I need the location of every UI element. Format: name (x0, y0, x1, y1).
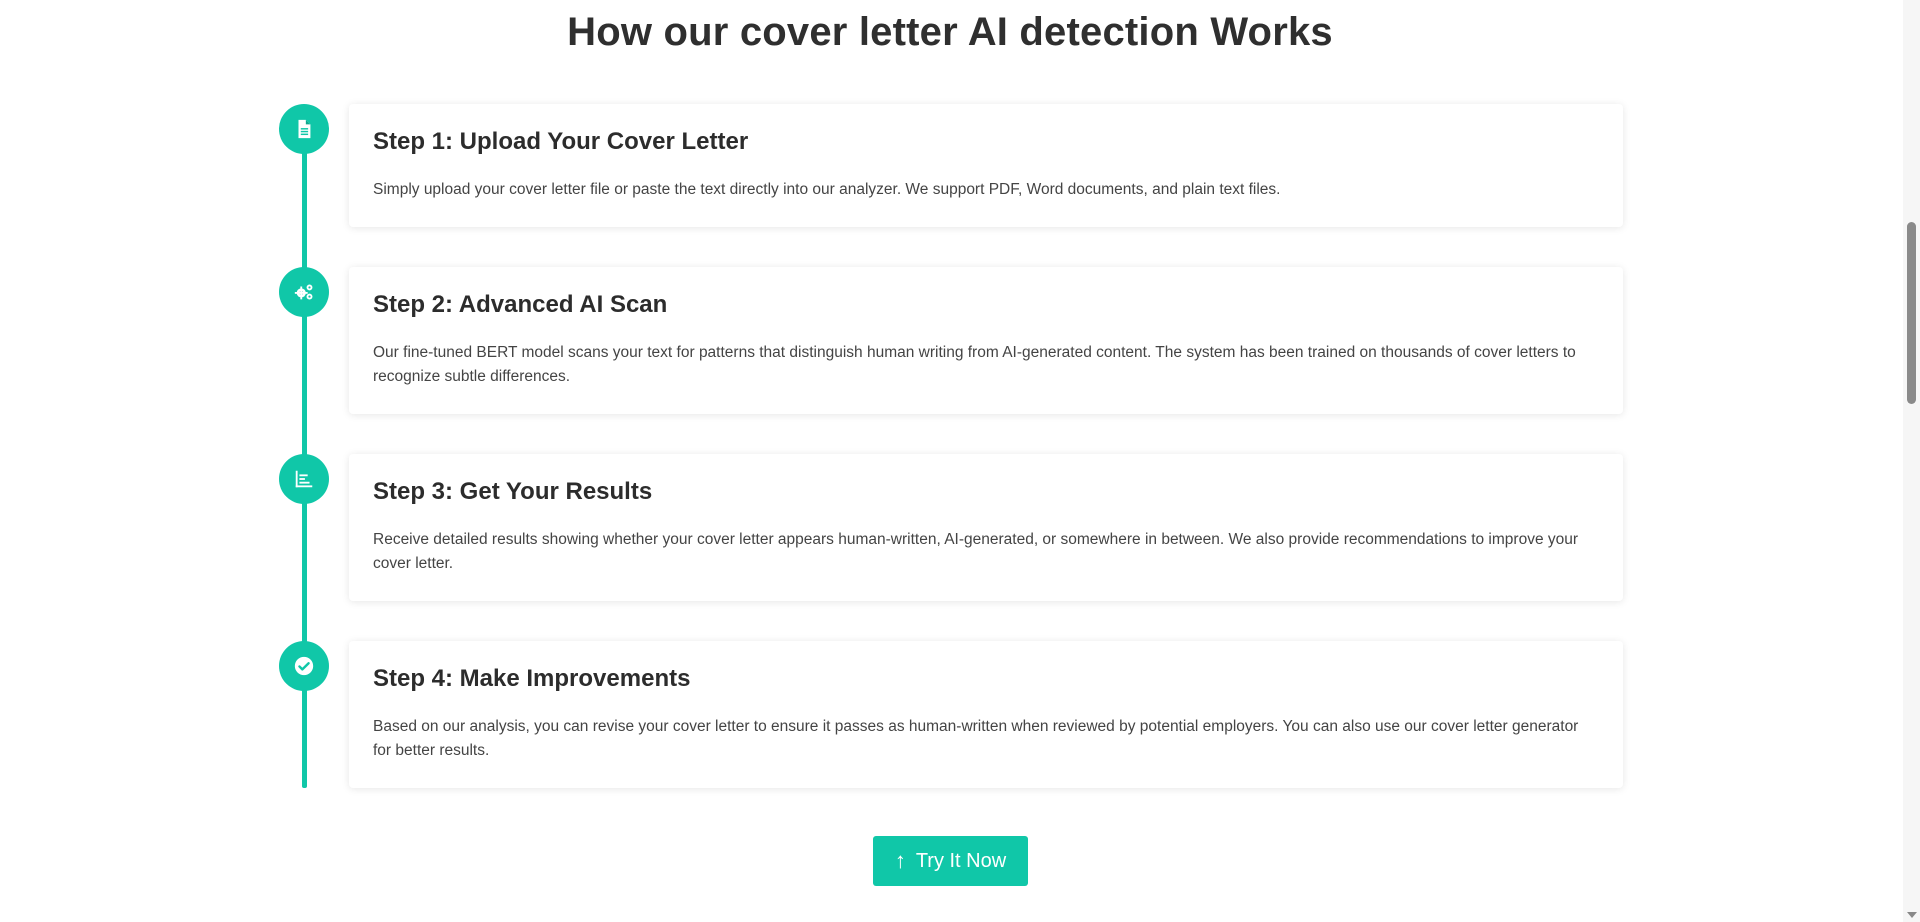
step-3-card: Step 3: Get Your Results Receive detaile… (349, 454, 1623, 601)
step-4-icon-circle (279, 641, 329, 691)
scrollbar-thumb[interactable] (1907, 222, 1916, 404)
section-title: How our cover letter AI detection Works (567, 10, 1333, 54)
step-1-description: Simply upload your cover letter file or … (373, 181, 1281, 198)
step-1-title: Step 1: Upload Your Cover Letter (373, 128, 749, 155)
try-it-now-label: Try It Now (915, 849, 1007, 872)
page-scrollbar[interactable] (1903, 0, 1920, 922)
step-3-icon-circle (279, 454, 329, 504)
step-1-card: Step 1: Upload Your Cover Letter Simply … (349, 104, 1623, 227)
gears-icon (294, 284, 313, 300)
step-3-description: Receive detailed results showing whether… (373, 531, 1579, 572)
page: How our cover letter AI detection Works … (0, 0, 1920, 922)
step-4-description: Based on our analysis, you can revise yo… (373, 718, 1579, 759)
step-1-icon-circle (279, 104, 329, 154)
scroll-down-arrow-icon[interactable] (1907, 912, 1917, 918)
document-icon (298, 119, 311, 139)
step-3-title: Step 3: Get Your Results (373, 478, 653, 505)
arrow-up-icon: ↑ (894, 848, 906, 873)
try-it-now-button[interactable]: ↑ Try It Now (873, 836, 1028, 886)
step-2-title: Step 2: Advanced AI Scan (373, 291, 668, 318)
step-4-title: Step 4: Make Improvements (373, 665, 691, 692)
step-2-icon-circle (279, 267, 329, 317)
step-4-card: Step 4: Make Improvements Based on our a… (349, 641, 1623, 788)
step-2-description: Our fine-tuned BERT model scans your tex… (373, 344, 1576, 385)
step-2-card: Step 2: Advanced AI Scan Our fine-tuned … (349, 267, 1623, 414)
check-circle-icon (294, 656, 314, 676)
chart-icon (295, 470, 313, 488)
